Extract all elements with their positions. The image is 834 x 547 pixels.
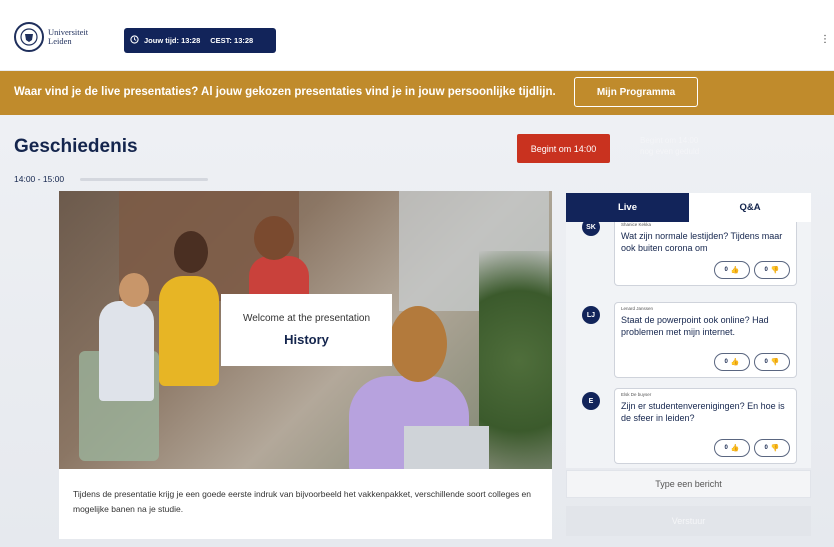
time-progress-line [80, 178, 208, 181]
banner-text: Waar vind je de live presentaties? Al jo… [14, 86, 556, 98]
session-description: Tijdens de presentatie krijg je een goed… [59, 469, 552, 539]
university-logo[interactable]: Universiteit Leiden [14, 22, 88, 52]
session-time-range: 14:00 - 15:00 [14, 174, 65, 184]
video-scene-head-white [119, 273, 149, 307]
dislike-count: 0 [764, 267, 768, 273]
dislike-button[interactable]: 0 👎 [754, 261, 790, 279]
dislike-count: 0 [764, 359, 768, 365]
video-scene-head-red [254, 216, 294, 260]
dislike-button[interactable]: 0 👎 [754, 439, 790, 457]
video-scene-plant [479, 251, 552, 469]
faded-line-2: nog even geduld [640, 147, 700, 156]
university-seal-icon [14, 22, 44, 52]
message-input[interactable]: Type een bericht [566, 470, 811, 498]
message-author: Lenard Janssen [621, 306, 654, 311]
start-time-button[interactable]: Begint om 14:00 [517, 134, 610, 163]
welcome-title: History [284, 332, 329, 347]
my-program-button[interactable]: Mijn Programma [574, 77, 698, 107]
like-button[interactable]: 0 👍 [714, 353, 750, 371]
local-time: Jouw tijd: 13:28 [144, 36, 201, 45]
chat-messages[interactable]: SK Shanice Kekka Wat zijn normale lestij… [566, 222, 811, 468]
welcome-overlay: Welcome at the presentation History [221, 294, 392, 366]
message-text: Zijn er studentenverenigingen? En hoe is… [621, 401, 785, 423]
avatar: LJ [582, 306, 600, 324]
dislike-button[interactable]: 0 👎 [754, 353, 790, 371]
clock-icon [130, 35, 139, 46]
thumbs-down-icon: 👎 [770, 267, 780, 274]
avatar: E [582, 392, 600, 410]
thumbs-down-icon: 👎 [770, 359, 780, 366]
message-author: Elsk De buyser [621, 392, 652, 397]
time-indicator: Jouw tijd: 13:28 CEST: 13:28 [124, 28, 276, 53]
thumbs-up-icon: 👍 [730, 445, 740, 452]
more-menu-icon[interactable]: ⋮ [820, 34, 830, 45]
thumbs-up-icon: 👍 [730, 359, 740, 366]
message-bubble: Lenard Janssen Staat de powerpoint ook o… [614, 302, 797, 378]
welcome-subtitle: Welcome at the presentation [242, 313, 371, 324]
video-scene-head-yellow [174, 231, 208, 273]
faded-start-text: Begint om 14:00 nog even geduld [640, 135, 699, 157]
video-scene-laptop [404, 426, 489, 469]
video-scene-person-yellow [159, 276, 219, 386]
info-banner: Waar vind je de live presentaties? Al jo… [0, 71, 834, 115]
thumbs-down-icon: 👎 [770, 445, 780, 452]
send-button[interactable]: Verstuur [566, 506, 811, 536]
message-bubble: Shanice Kekka Wat zijn normale lestijden… [614, 222, 797, 286]
like-button[interactable]: 0 👍 [714, 261, 750, 279]
message-reactions: 0 👍 0 👎 [714, 353, 790, 371]
tab-qa[interactable]: Q&A [689, 193, 811, 222]
message-text: Staat de powerpoint ook online? Had prob… [621, 315, 769, 337]
cest-time: CEST: 13:28 [210, 36, 254, 45]
message-reactions: 0 👍 0 👎 [714, 439, 790, 457]
logo-text: Universiteit Leiden [48, 28, 88, 46]
tab-live[interactable]: Live [566, 193, 689, 222]
dislike-count: 0 [764, 445, 768, 451]
video-scene-head-lilac [389, 306, 447, 382]
faded-line-1: Begint om 14:00 [640, 136, 699, 145]
message-bubble: Elsk De buyser Zijn er studentenverenigi… [614, 388, 797, 464]
message-reactions: 0 👍 0 👎 [714, 261, 790, 279]
like-count: 0 [724, 267, 728, 273]
video-scene-person-white [99, 301, 154, 401]
message-author: Shanice Kekka [621, 222, 652, 227]
like-count: 0 [724, 359, 728, 365]
thumbs-up-icon: 👍 [730, 267, 740, 274]
page-title: Geschiedenis [14, 136, 138, 157]
logo-line-2: Leiden [48, 36, 72, 46]
avatar: SK [582, 222, 600, 236]
like-count: 0 [724, 445, 728, 451]
message-text: Wat zijn normale lestijden? Tijdens maar… [621, 231, 783, 253]
like-button[interactable]: 0 👍 [714, 439, 750, 457]
